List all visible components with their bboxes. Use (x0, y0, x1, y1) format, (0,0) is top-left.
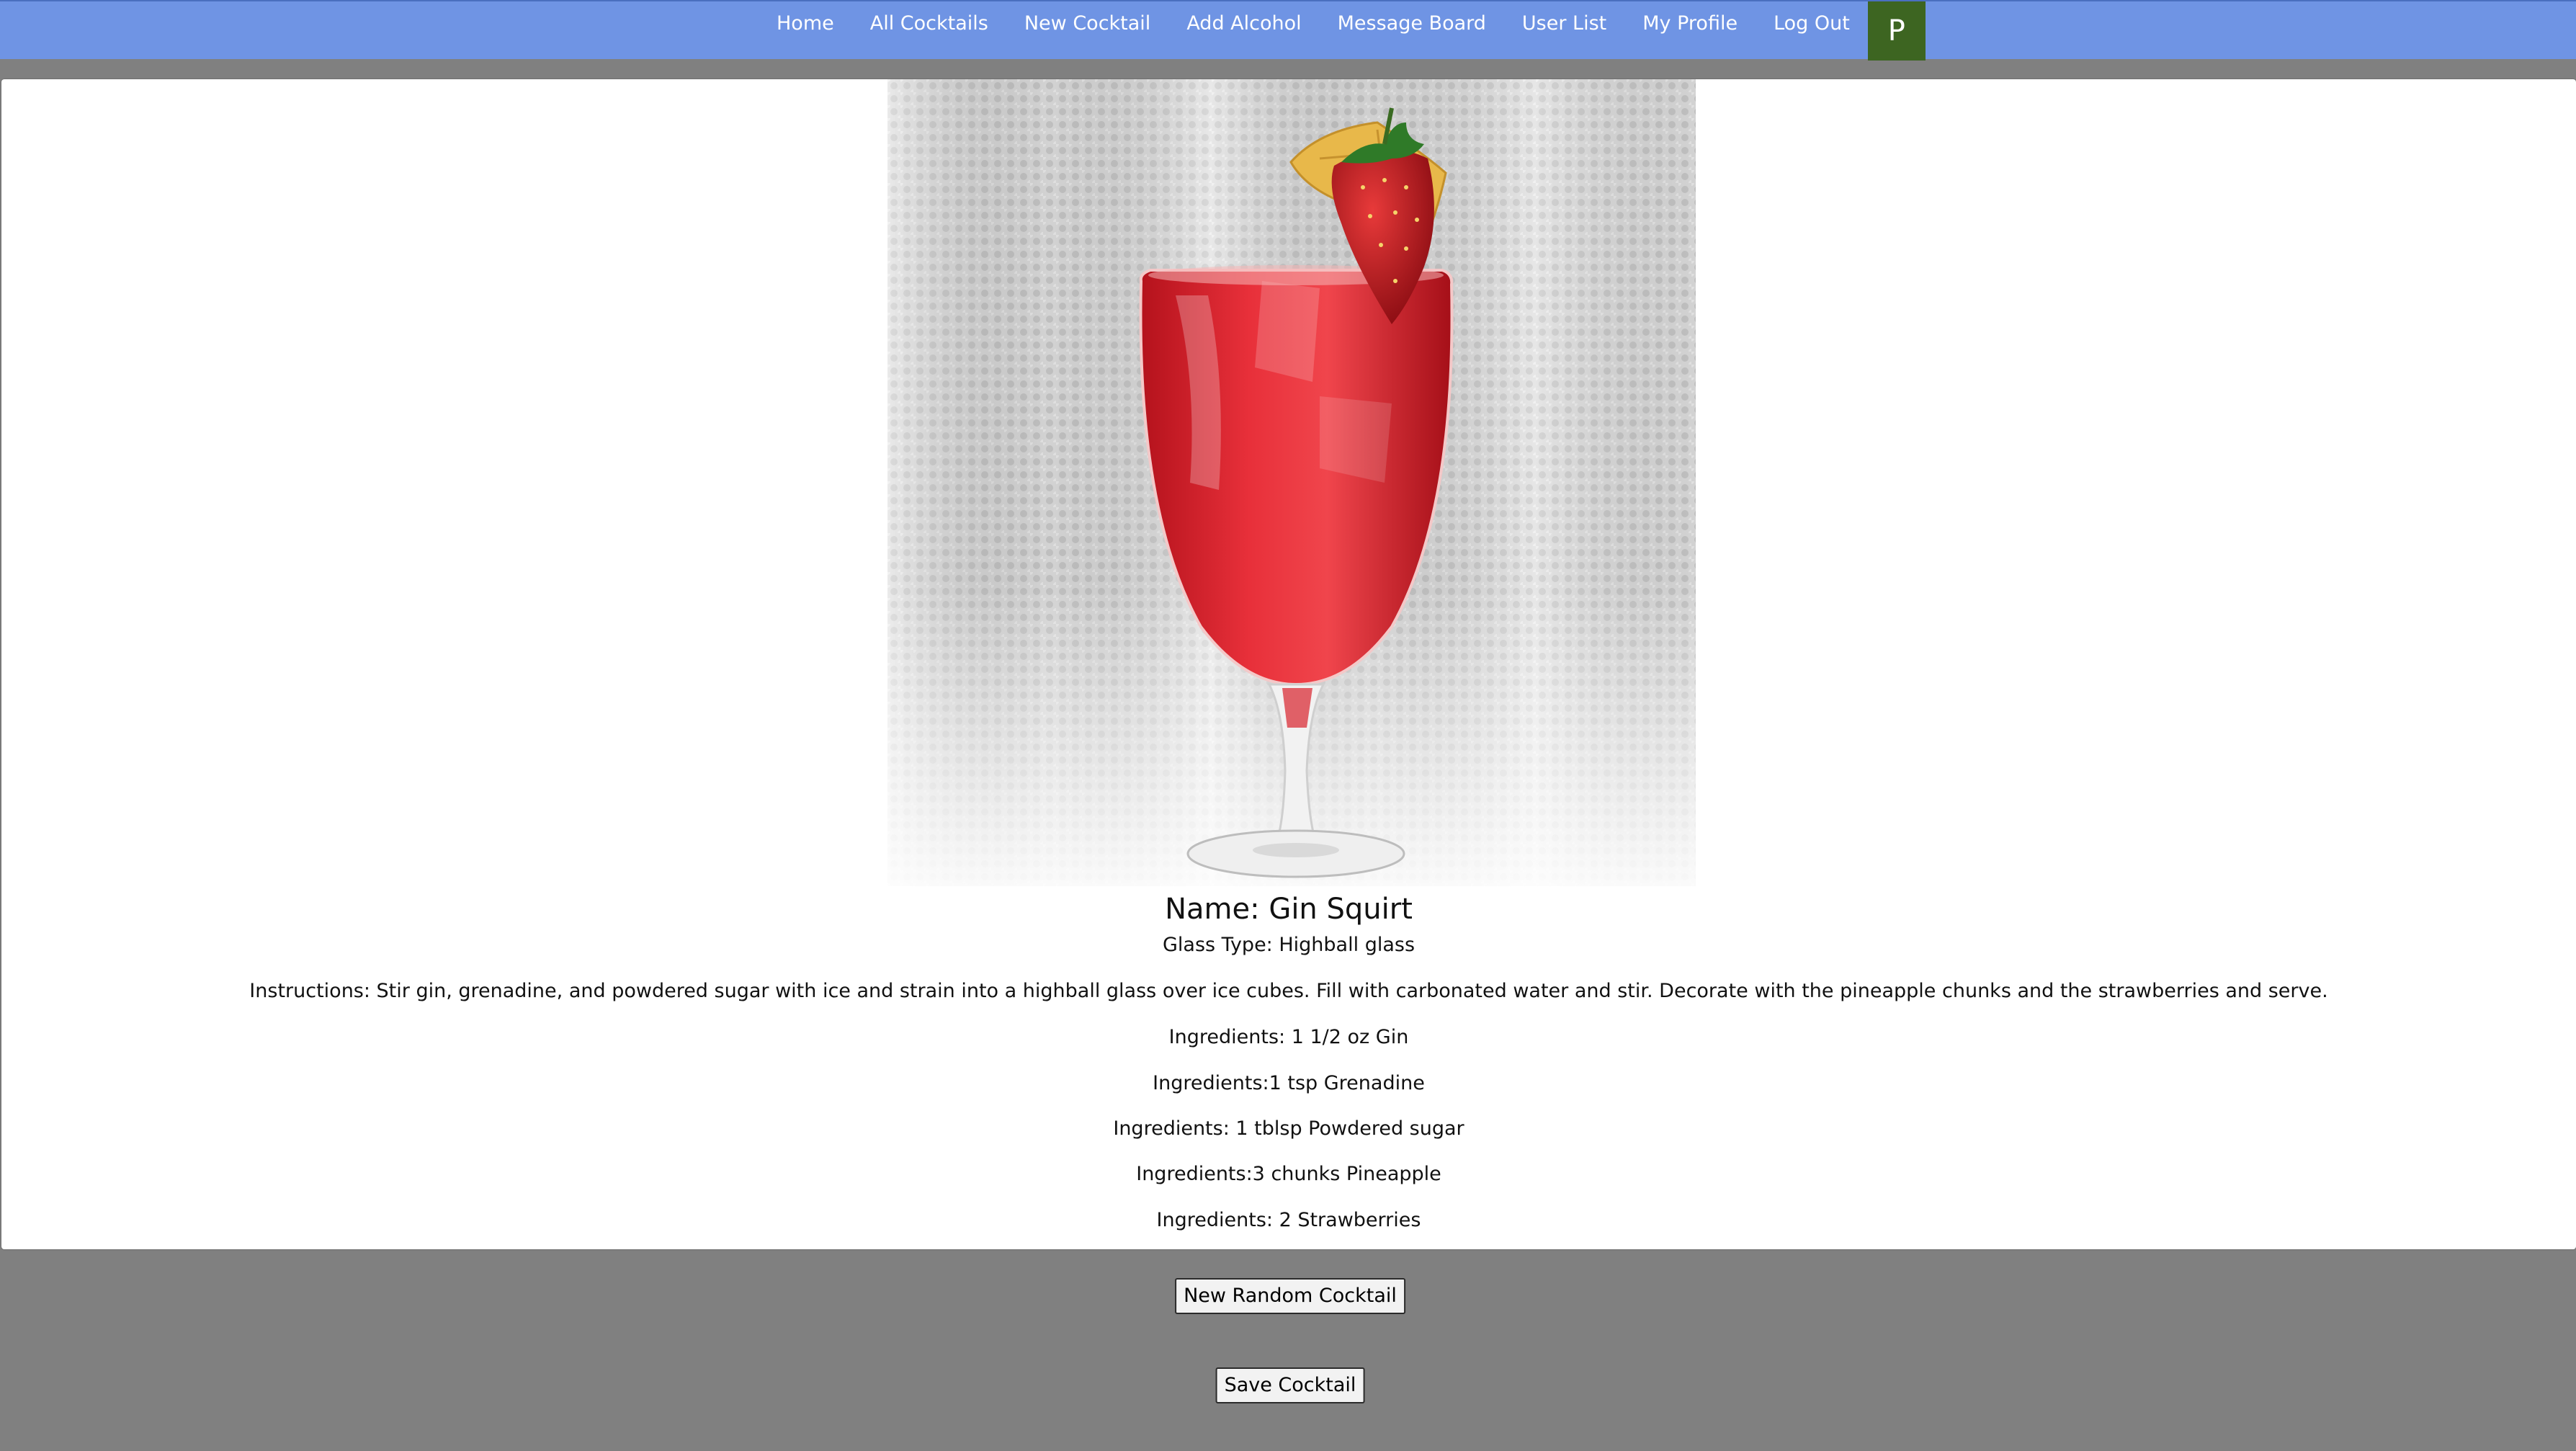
ingredient-line: Ingredients:3 chunks Pineapple (1136, 1163, 1441, 1185)
ingredient-line: Ingredients: 1 tblsp Powdered sugar (1113, 1117, 1464, 1140)
ingredient-line: Ingredients:1 tsp Grenadine (1153, 1072, 1425, 1094)
instructions: Instructions: Stir gin, grenadine, and p… (249, 980, 2328, 1002)
nav-link-my-profile[interactable]: My Profile (1624, 1, 1756, 46)
cocktail-card: Name: Gin Squirt Glass Type: Highball gl… (1, 79, 2576, 1249)
nav-link-new-cocktail[interactable]: New Cocktail (1006, 1, 1168, 46)
save-cocktail-button[interactable]: Save Cocktail (1215, 1367, 1365, 1403)
nav-link-user-list[interactable]: User List (1504, 1, 1624, 46)
nav-link-home[interactable]: Home (759, 1, 852, 46)
glass-type: Glass Type: Highball glass (1162, 934, 1416, 956)
nav-link-all-cocktails[interactable]: All Cocktails (852, 1, 1006, 46)
nav-links: Home All Cocktails New Cocktail Add Alco… (759, 1, 1926, 61)
nav-link-add-alcohol[interactable]: Add Alcohol (1168, 1, 1319, 46)
user-avatar[interactable]: P (1867, 1, 1926, 61)
cocktail-name: Name: Gin Squirt (1165, 893, 1413, 926)
nav-link-message-board[interactable]: Message Board (1320, 1, 1504, 46)
ingredient-line: Ingredients: 2 Strawberries (1156, 1209, 1421, 1231)
ingredient-line: Ingredients: 1 1/2 oz Gin (1168, 1026, 1409, 1048)
new-random-cocktail-button[interactable]: New Random Cocktail (1175, 1278, 1405, 1314)
cocktail-photo (887, 79, 1696, 886)
top-nav-bar: Home All Cocktails New Cocktail Add Alco… (0, 0, 2576, 61)
nav-link-log-out[interactable]: Log Out (1756, 1, 1868, 46)
